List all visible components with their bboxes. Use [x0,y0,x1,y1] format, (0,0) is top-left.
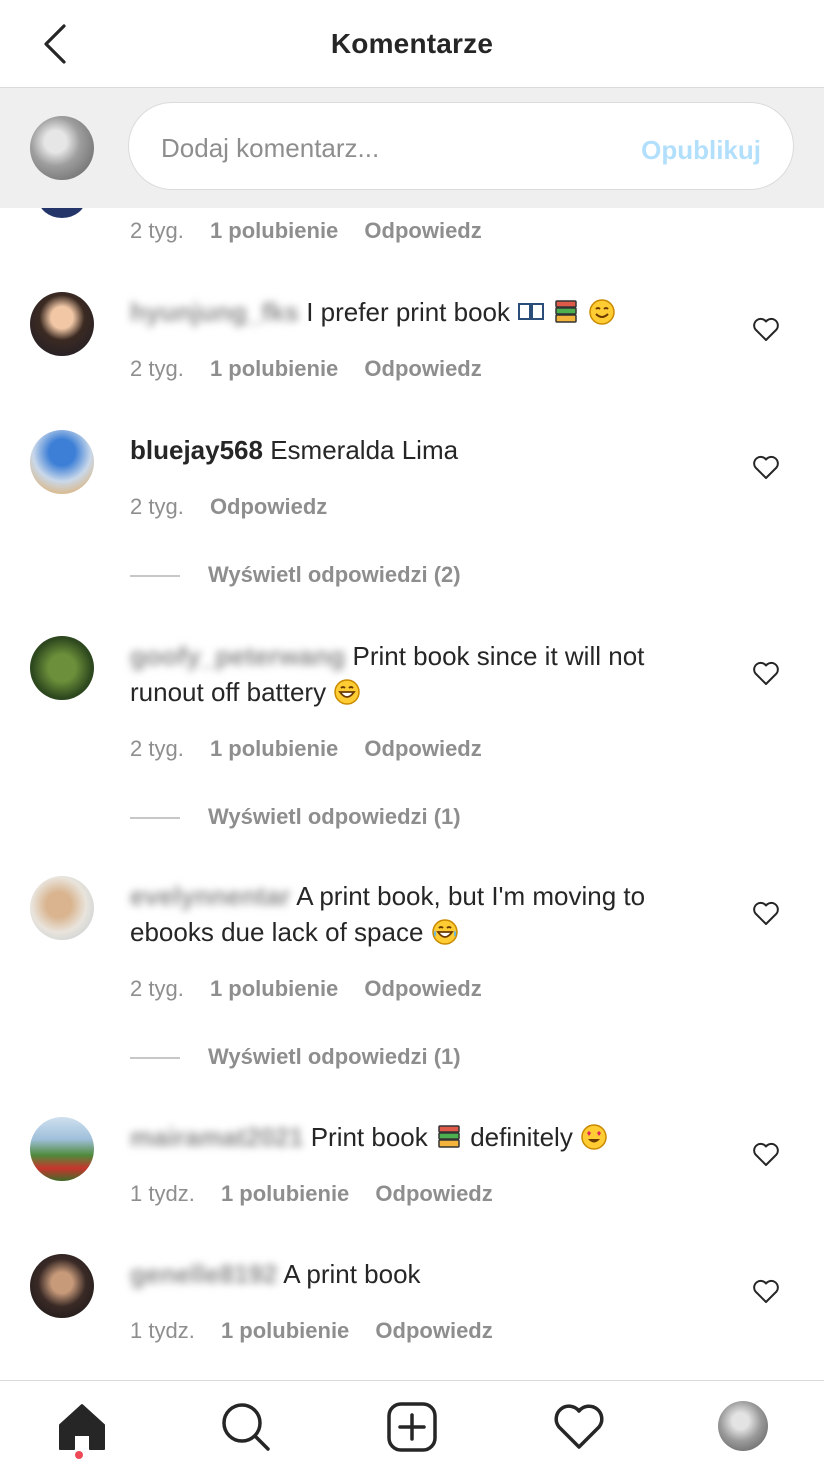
comment-body-continued: definitely [462,1122,581,1152]
like-heart-icon[interactable] [752,660,780,686]
comment-body: Esmeralda Lima [262,435,459,465]
view-replies-label: Wyświetl odpowiedzi (1) [208,1044,461,1069]
search-icon[interactable] [218,1399,274,1455]
divider [130,817,180,820]
like-heart-icon[interactable] [752,454,780,480]
page-title: Komentarze [330,28,494,59]
comment-username[interactable]: goofy_peterwang [130,641,345,671]
comment-time: 2 tyg. [130,218,184,243]
comment-meta: 1 tydz. 1 polubienie Odpowiedz [130,1318,513,1344]
likes-count-link[interactable]: 1 polubienie [210,736,338,761]
comment-text: evelynnentar A print book, but I'm movin… [130,878,710,950]
grinning-face-emoji [334,679,361,705]
comment-username[interactable]: genelle8192 [130,1259,277,1289]
like-heart-icon[interactable] [752,1278,780,1304]
comment-meta: 2 tyg. 1 polubienie Odpowiedz [130,736,502,762]
like-heart-icon[interactable] [752,900,780,926]
new-post-icon[interactable] [384,1399,440,1455]
comment-body: A print book [277,1259,421,1289]
comment-meta: 2 tyg. 1 polubienie Odpowiedz [130,356,502,382]
view-replies-link[interactable]: Wyświetl odpowiedzi (1) [130,1044,461,1070]
comment-username[interactable]: bluejay568 [130,435,263,465]
view-replies-label: Wyświetl odpowiedzi (2) [208,562,461,587]
comment-body: Print book [303,1122,435,1152]
reply-link[interactable]: Odpowiedz [364,976,481,1001]
books-emoji [438,1125,460,1148]
top-bar: Komentarze [0,0,824,88]
avatar[interactable] [30,876,94,940]
books-emoji [555,300,578,323]
reply-link[interactable]: Odpowiedz [210,494,327,519]
reply-link[interactable]: Odpowiedz [375,1318,492,1343]
bottom-nav [0,1380,824,1470]
comment-time: 2 tyg. [130,356,184,381]
comments-list[interactable]: 2 tyg. 1 polubienie Odpowiedz hyunjung_f… [0,208,824,1380]
comment-meta: 2 tyg. Odpowiedz [130,494,347,520]
divider [130,575,180,578]
view-replies-link[interactable]: Wyświetl odpowiedzi (1) [130,804,461,830]
view-replies-link[interactable]: Wyświetl odpowiedzi (2) [130,562,461,588]
comment-input-placeholder: Dodaj komentarz... [161,133,380,163]
comment-meta: 2 tyg. 1 polubienie Odpowiedz [130,218,502,244]
reply-link[interactable]: Odpowiedz [364,736,481,761]
likes-count-link[interactable]: 1 polubienie [210,218,338,243]
likes-count-link[interactable]: 1 polubienie [221,1318,349,1343]
likes-count-link[interactable]: 1 polubienie [221,1181,349,1206]
comment-text: genelle8192 A print book [130,1256,710,1292]
smiling-face-emoji [588,299,615,325]
like-heart-icon[interactable] [752,1141,780,1167]
notification-dot [75,1451,83,1459]
reply-link[interactable]: Odpowiedz [375,1181,492,1206]
comment-text: bluejay568 Esmeralda Lima [130,432,710,468]
avatar[interactable] [30,636,94,700]
avatar[interactable] [30,1117,94,1181]
likes-count-link[interactable]: 1 polubienie [210,356,338,381]
comment-time: 1 tydz. [130,1318,195,1343]
profile-avatar[interactable] [718,1401,768,1451]
like-heart-icon[interactable] [752,316,780,342]
avatar [30,116,94,180]
avatar[interactable] [30,430,94,494]
tears-of-joy-emoji [431,919,458,945]
activity-heart-icon[interactable] [551,1399,607,1455]
reply-link[interactable]: Odpowiedz [364,218,481,243]
divider [130,1057,180,1060]
avatar[interactable] [30,292,94,356]
comment-text: goofy_peterwang Print book since it will… [130,638,710,710]
comment-meta: 2 tyg. 1 polubienie Odpowiedz [130,976,502,1002]
comment-username[interactable]: hyunjung_fks [130,297,299,327]
comment-text: hyunjung_fks I prefer print book [130,294,710,330]
comment-username[interactable]: evelynnentar [130,881,290,911]
comment-time: 2 tyg. [130,494,184,519]
likes-count-link[interactable]: 1 polubienie [210,976,338,1001]
home-icon[interactable] [54,1399,110,1455]
comment-composer: Dodaj komentarz... Opublikuj [0,88,824,208]
avatar[interactable] [30,1254,94,1318]
view-replies-label: Wyświetl odpowiedzi (1) [208,804,461,829]
reply-link[interactable]: Odpowiedz [364,356,481,381]
comment-time: 2 tyg. [130,976,184,1001]
comment-time: 1 tydz. [130,1181,195,1206]
comment-text: mairamat2021 Print book definitely [130,1119,710,1155]
avatar [38,208,86,218]
open-book-emoji [518,303,545,320]
comment-time: 2 tyg. [130,736,184,761]
comment-body: I prefer print book [299,297,518,327]
heart-eyes-emoji [581,1124,607,1150]
comment-meta: 1 tydz. 1 polubienie Odpowiedz [130,1181,513,1207]
comment-username[interactable]: mairamat2021 [130,1122,303,1152]
publish-button[interactable]: Opublikuj [641,135,761,166]
comment-input[interactable]: Dodaj komentarz... Opublikuj [128,102,794,190]
